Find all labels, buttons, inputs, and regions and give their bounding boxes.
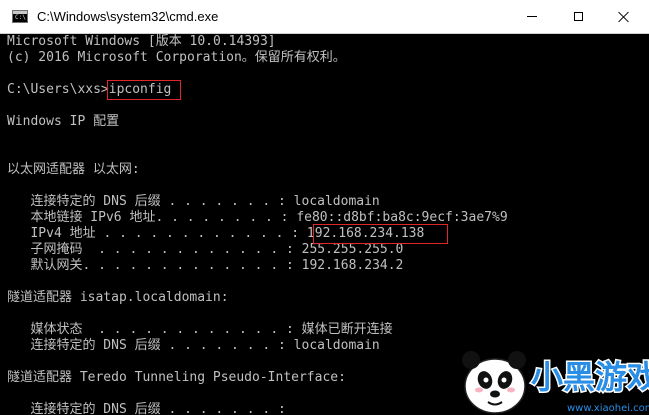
minimize-icon <box>527 16 537 17</box>
command-line: C:\Users\xxs>ipconfig <box>7 82 172 97</box>
maximize-button[interactable] <box>555 0 601 33</box>
console-line: 隧道适配器 Teredo Tunneling Pseudo-Interface: <box>7 370 346 385</box>
console-line: 以太网适配器 以太网: <box>7 162 140 177</box>
cmd-icon[interactable]: C:\ <box>12 10 28 23</box>
console-line: Windows IP 配置 <box>7 114 120 129</box>
watermark-logo: 小黑游戏 www.xiaohei.com <box>455 340 649 415</box>
console-line: 连接特定的 DNS 后缀 . . . . . . . : localdomain <box>7 194 380 209</box>
console-line: 连接特定的 DNS 后缀 . . . . . . . : <box>7 402 286 415</box>
maximize-icon <box>573 12 583 21</box>
watermark-logo-text: 小黑游戏 <box>531 358 649 396</box>
cmd-icon-prompt: C:\ <box>15 14 26 21</box>
close-button[interactable] <box>601 0 647 33</box>
console-line: 子网掩码 . . . . . . . . . . . . : 255.255.2… <box>7 242 404 257</box>
close-icon <box>618 11 630 23</box>
console-line: Microsoft Windows [版本 10.0.14393] <box>7 34 276 49</box>
console-line: (c) 2016 Microsoft Corporation。保留所有权利。 <box>7 50 346 65</box>
console-line: 本地链接 IPv6 地址. . . . . . . . : fe80::d8bf… <box>7 210 508 225</box>
console-line: 连接特定的 DNS 后缀 . . . . . . . : localdomain <box>7 338 380 353</box>
console-line: 默认网关. . . . . . . . . . . . . : 192.168.… <box>7 258 404 273</box>
console-line: 媒体状态 . . . . . . . . . . . . : 媒体已断开连接 <box>7 322 393 337</box>
console-line: 隧道适配器 isatap.localdomain: <box>7 290 229 305</box>
title-bar[interactable]: C:\ C:\Windows\system32\cmd.exe <box>0 0 649 34</box>
watermark-graphic: 小黑游戏 www.xiaohei.com <box>462 351 649 414</box>
watermark-url: www.xiaohei.com <box>567 403 649 414</box>
minimize-button[interactable] <box>509 0 555 33</box>
cmd-window: C:\ C:\Windows\system32\cmd.exe Microsof… <box>0 0 649 415</box>
ipv4-line: IPv4 地址 . . . . . . . . . . . . : 192.16… <box>7 226 425 241</box>
panda-mascot-icon <box>462 351 526 414</box>
window-title: C:\Windows\system32\cmd.exe <box>37 9 219 24</box>
